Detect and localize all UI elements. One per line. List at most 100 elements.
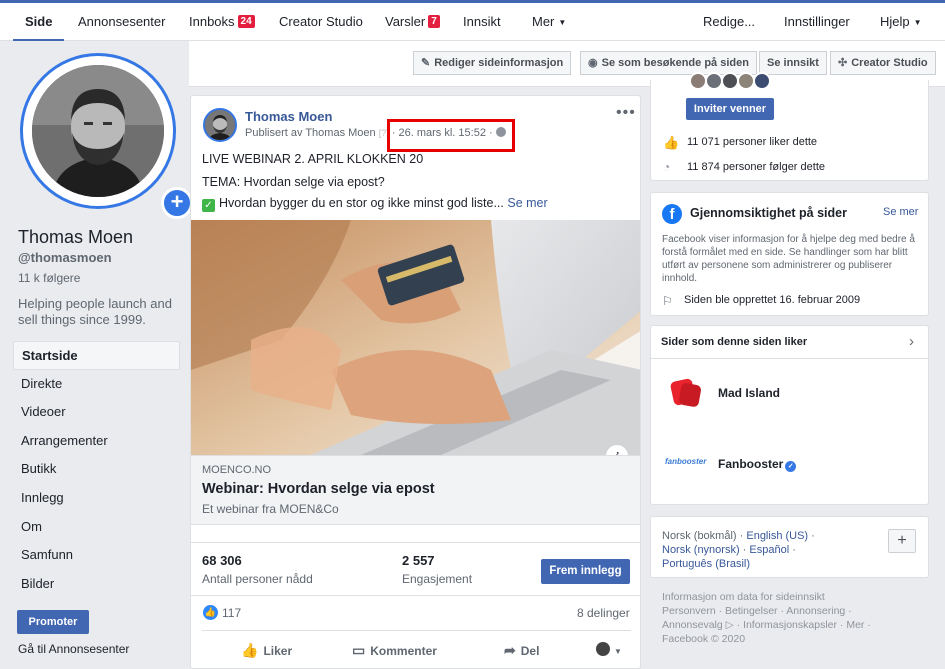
profile-picture[interactable]: +: [20, 53, 193, 219]
post-card: Thomas Moen Publisert av Thomas Moen [?]…: [190, 95, 641, 669]
view-as-visitor-label: Se som besøkende på siden: [601, 57, 749, 69]
post-as-selector[interactable]: ▼: [596, 642, 622, 657]
add-language-button[interactable]: +: [888, 529, 916, 553]
page-username[interactable]: @thomasmoen: [18, 250, 112, 265]
check-mark-icon: ✓: [202, 199, 215, 212]
liked-page-fanbooster[interactable]: Fanbooster ✓: [718, 457, 797, 472]
view-insights-label: Se innsikt: [767, 57, 819, 69]
link-preview[interactable]: MOENCO.NO Webinar: Hvordan selge via epo…: [191, 455, 640, 525]
sidebar-item-posts[interactable]: Innlegg: [13, 484, 180, 513]
post-author-name[interactable]: Thomas Moen: [245, 109, 332, 124]
caret-down-icon: ▼: [913, 18, 922, 27]
promote-button[interactable]: Promoter: [17, 610, 89, 634]
nav-edit-label: Redige...: [703, 14, 756, 29]
divider: [191, 595, 640, 596]
divider: [202, 630, 631, 631]
liked-page-fanbooster-label: Fanbooster: [718, 457, 784, 471]
nav-settings-link[interactable]: Innstillinger: [784, 3, 850, 41]
sidebar-item-label: Startside: [22, 348, 78, 363]
nav-tab-more-label: Mer: [532, 14, 555, 29]
sidebar-item-shop[interactable]: Butikk: [13, 455, 180, 484]
transparency-see-more-link[interactable]: Se mer: [883, 206, 918, 218]
nav-tab-ads-center[interactable]: Annonsesenter: [78, 3, 165, 41]
sidebar-item-label: Bilder: [21, 575, 55, 591]
current-language: Norsk (bokmål): [662, 530, 737, 542]
liked-pages-title[interactable]: Sider som denne siden liker: [661, 336, 807, 348]
sidebar-item-events[interactable]: Arrangementer: [13, 427, 180, 456]
sidebar-item-home[interactable]: Startside: [13, 341, 180, 370]
sidebar-item-live[interactable]: Direkte: [13, 370, 180, 399]
footer-insights-link[interactable]: Informasjon om data for sideinnsikt: [662, 591, 825, 603]
post-options-icon[interactable]: •••: [616, 104, 636, 122]
flag-icon: ⚐: [662, 294, 673, 308]
language-portuguese-link[interactable]: Português (Brasil): [662, 558, 750, 570]
nav-tab-creator-studio[interactable]: Creator Studio: [279, 3, 363, 41]
language-nynorsk-link[interactable]: Norsk (nynorsk): [662, 544, 740, 556]
post-author-avatar[interactable]: [203, 108, 237, 142]
sidebar-item-community[interactable]: Samfunn: [13, 541, 180, 570]
nav-edit-link[interactable]: Redige...: [703, 3, 755, 41]
liked-page-mad-island[interactable]: Mad Island: [718, 386, 780, 400]
friend-avatar: [753, 72, 771, 90]
sidebar-item-label: Om: [21, 518, 42, 534]
link-preview-image[interactable]: [191, 220, 640, 455]
ads-center-link[interactable]: Gå til Annonsesenter: [18, 642, 129, 656]
creator-studio-label: Creator Studio: [851, 57, 928, 69]
mad-island-logo[interactable]: [668, 374, 704, 410]
nav-tab-inbox[interactable]: Innboks 24: [189, 3, 255, 41]
page-avatar-icon: [596, 642, 610, 656]
nav-tab-insights[interactable]: Innsikt: [463, 3, 501, 41]
like-button[interactable]: 👍 Liker: [241, 642, 292, 659]
footer-copyright: Facebook © 2020: [662, 633, 746, 645]
page-likes-count: 11 071 personer liker dette: [687, 136, 818, 148]
post-text-line-2: TEMA: Hvordan selge via epost?: [202, 175, 385, 189]
timestamp-highlight-box: [387, 119, 515, 152]
post-text-line-3: ✓ Hvordan bygger du en stor og ikke minst…: [202, 196, 548, 212]
profile-photo: [32, 65, 164, 197]
sidebar-item-label: Samfunn: [21, 547, 74, 563]
sidebar-item-label: Innlegg: [21, 489, 64, 505]
reach-count: 68 306: [202, 553, 242, 568]
like-count[interactable]: 117: [222, 606, 241, 620]
page-transparency-card: f Gjennomsiktighet på sider Se mer Faceb…: [650, 192, 929, 316]
transparency-description: Facebook viser informasjon for å hjelpe …: [662, 234, 915, 284]
creator-studio-button[interactable]: ✣ Creator Studio: [830, 51, 936, 75]
link-title: Webinar: Hvordan selge via epost: [202, 481, 435, 497]
post-text-line-3-content: Hvordan bygger du en stor og ikke minst …: [219, 196, 504, 210]
sidebar-item-videos[interactable]: Videoer: [13, 398, 180, 427]
sidebar-item-label: Direkte: [21, 375, 63, 391]
like-reaction-icon: 👍: [203, 605, 218, 620]
published-by-text: Publisert av Thomas Moen: [245, 127, 376, 139]
share-button[interactable]: ➦ Del: [504, 642, 539, 659]
nav-tab-notifications-label: Varsler: [385, 14, 426, 29]
link-domain: MOENCO.NO: [202, 464, 272, 476]
fanbooster-logo[interactable]: fanbooster: [665, 457, 706, 466]
post-text-line-1: LIVE WEBINAR 2. APRIL KLOKKEN 20: [202, 152, 424, 166]
footer-links-1[interactable]: Personvern · Betingelser · Annonsering ·: [662, 605, 852, 617]
footer-links-2[interactable]: Annonsevalg ▷ · Informasjonskapsler · Me…: [662, 619, 871, 631]
facebook-logo-icon: f: [662, 204, 682, 224]
chevron-right-icon[interactable]: ›: [909, 333, 914, 350]
sidebar-item-photos[interactable]: Bilder: [13, 570, 180, 599]
share-label: Del: [520, 644, 540, 658]
boost-post-button[interactable]: Frem innlegg: [541, 559, 630, 584]
nav-tab-page[interactable]: Side: [13, 3, 65, 41]
nav-help-link[interactable]: Hjelp ▼: [880, 3, 922, 41]
comment-button[interactable]: ▭ Kommenter: [352, 642, 437, 659]
like-label: Liker: [263, 644, 293, 658]
add-photo-plus-icon[interactable]: +: [161, 187, 193, 219]
link-description: Et webinar fra MOEN&Co: [202, 502, 339, 516]
see-more-link[interactable]: Se mer: [507, 196, 547, 210]
edit-page-info-button[interactable]: ✎ Rediger sideinformasjon: [413, 51, 572, 75]
invite-friends-button[interactable]: Inviter venner: [686, 98, 774, 120]
share-count[interactable]: 8 delinger: [577, 606, 630, 620]
language-spanish-link[interactable]: Español: [749, 544, 789, 556]
liked-pages-card: Sider som denne siden liker › Mad Island…: [650, 325, 929, 505]
fanbooster-logo-text: fanbooster: [665, 457, 707, 466]
view-insights-button[interactable]: Se innsikt: [759, 51, 827, 75]
community-card: Inviter venner 👍 11 071 personer liker d…: [650, 72, 929, 181]
language-english-link[interactable]: English (US): [746, 530, 808, 542]
nav-tab-more[interactable]: Mer ▼: [532, 3, 566, 41]
nav-tab-notifications[interactable]: Varsler 7: [385, 3, 440, 41]
sidebar-item-about[interactable]: Om: [13, 513, 180, 542]
